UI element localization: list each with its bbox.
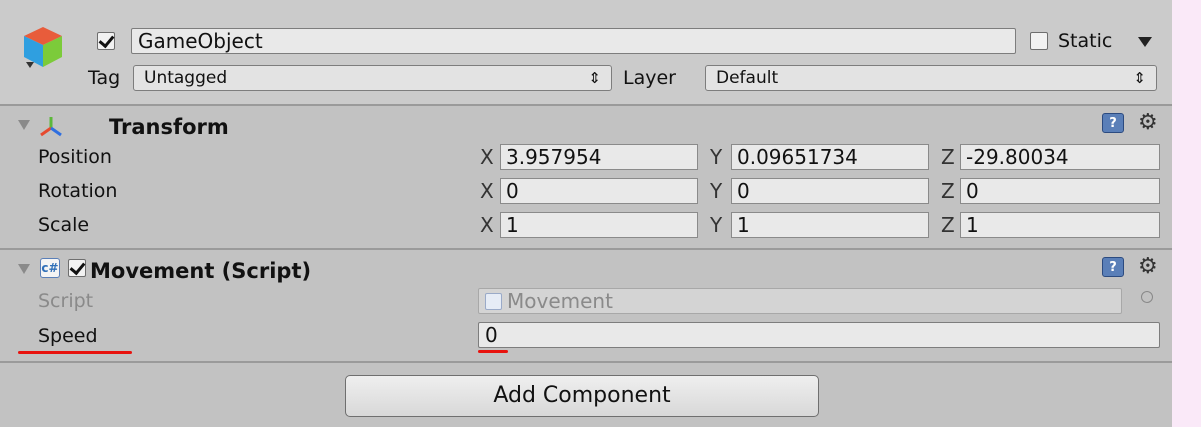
csharp-script-icon: c# bbox=[40, 258, 60, 278]
static-label: Static bbox=[1058, 30, 1113, 52]
position-label: Position bbox=[38, 146, 112, 168]
axis-x-label[interactable]: X bbox=[480, 180, 494, 202]
position-x-field[interactable]: 3.957954 bbox=[500, 144, 698, 170]
gameobject-name-input[interactable]: GameObject bbox=[131, 28, 1016, 54]
axis-z-label[interactable]: Z bbox=[941, 146, 955, 168]
help-icon[interactable]: ? bbox=[1102, 257, 1124, 277]
layer-value: Default bbox=[716, 68, 779, 88]
static-dropdown-icon[interactable] bbox=[1138, 37, 1152, 47]
movement-header[interactable]: c# Movement (Script) ? ⚙ bbox=[0, 252, 1172, 286]
position-y-field[interactable]: 0.09651734 bbox=[731, 144, 929, 170]
inspector-panel: GameObject Static Tag Untagged ⇕ Layer D… bbox=[0, 0, 1172, 427]
axis-y-label[interactable]: Y bbox=[710, 180, 722, 202]
right-background-strip bbox=[1172, 0, 1201, 427]
script-value: Movement bbox=[507, 289, 613, 313]
axis-y-label[interactable]: Y bbox=[710, 146, 722, 168]
transform-header[interactable]: Transform ? ⚙ bbox=[0, 108, 1172, 142]
rotation-z-field[interactable]: 0 bbox=[960, 178, 1160, 204]
foldout-arrow-icon[interactable] bbox=[18, 264, 30, 274]
object-picker-icon[interactable] bbox=[1141, 291, 1153, 303]
speed-value-underline-annotation bbox=[478, 350, 508, 353]
script-file-icon bbox=[485, 293, 502, 310]
scale-z-field[interactable]: 1 bbox=[960, 212, 1160, 238]
rotation-y-field[interactable]: 0 bbox=[731, 178, 929, 204]
axis-x-label[interactable]: X bbox=[480, 214, 494, 236]
updown-arrow-icon: ⇕ bbox=[1133, 69, 1146, 87]
tag-label: Tag bbox=[88, 67, 121, 89]
script-enabled-toggle[interactable] bbox=[68, 259, 86, 277]
gear-icon[interactable]: ⚙ bbox=[1138, 112, 1158, 134]
layer-dropdown[interactable]: Default ⇕ bbox=[705, 65, 1157, 91]
scale-y-field[interactable]: 1 bbox=[731, 212, 929, 238]
axis-x-label[interactable]: X bbox=[480, 146, 494, 168]
speed-input[interactable]: 0 bbox=[478, 322, 1160, 348]
tag-value: Untagged bbox=[144, 68, 228, 88]
foldout-arrow-icon[interactable] bbox=[18, 120, 30, 130]
gameobject-cube-icon bbox=[24, 27, 62, 68]
tag-dropdown[interactable]: Untagged ⇕ bbox=[133, 65, 612, 91]
transform-title: Transform bbox=[109, 115, 229, 139]
axis-y-label[interactable]: Y bbox=[710, 214, 722, 236]
rotation-label: Rotation bbox=[38, 180, 118, 202]
static-toggle[interactable] bbox=[1030, 32, 1048, 50]
axis-z-label[interactable]: Z bbox=[941, 214, 955, 236]
movement-title: Movement (Script) bbox=[90, 259, 312, 283]
scale-label: Scale bbox=[38, 214, 90, 236]
speed-label-underline-annotation bbox=[18, 351, 132, 354]
speed-label: Speed bbox=[38, 325, 98, 347]
component-divider bbox=[0, 248, 1172, 250]
active-toggle[interactable] bbox=[97, 32, 115, 50]
position-z-field[interactable]: -29.80034 bbox=[960, 144, 1160, 170]
axis-z-label[interactable]: Z bbox=[941, 180, 955, 202]
help-icon[interactable]: ? bbox=[1102, 113, 1124, 133]
rotation-x-field[interactable]: 0 bbox=[500, 178, 698, 204]
script-reference-field: Movement bbox=[478, 288, 1122, 314]
component-divider bbox=[0, 361, 1172, 363]
add-component-button[interactable]: Add Component bbox=[345, 375, 819, 417]
layer-label: Layer bbox=[623, 67, 676, 89]
gear-icon[interactable]: ⚙ bbox=[1138, 256, 1158, 278]
script-label: Script bbox=[38, 290, 94, 312]
transform-icon bbox=[40, 117, 62, 137]
scale-x-field[interactable]: 1 bbox=[500, 212, 698, 238]
gameobject-header: GameObject Static Tag Untagged ⇕ Layer D… bbox=[0, 0, 1172, 106]
updown-arrow-icon: ⇕ bbox=[588, 69, 601, 87]
